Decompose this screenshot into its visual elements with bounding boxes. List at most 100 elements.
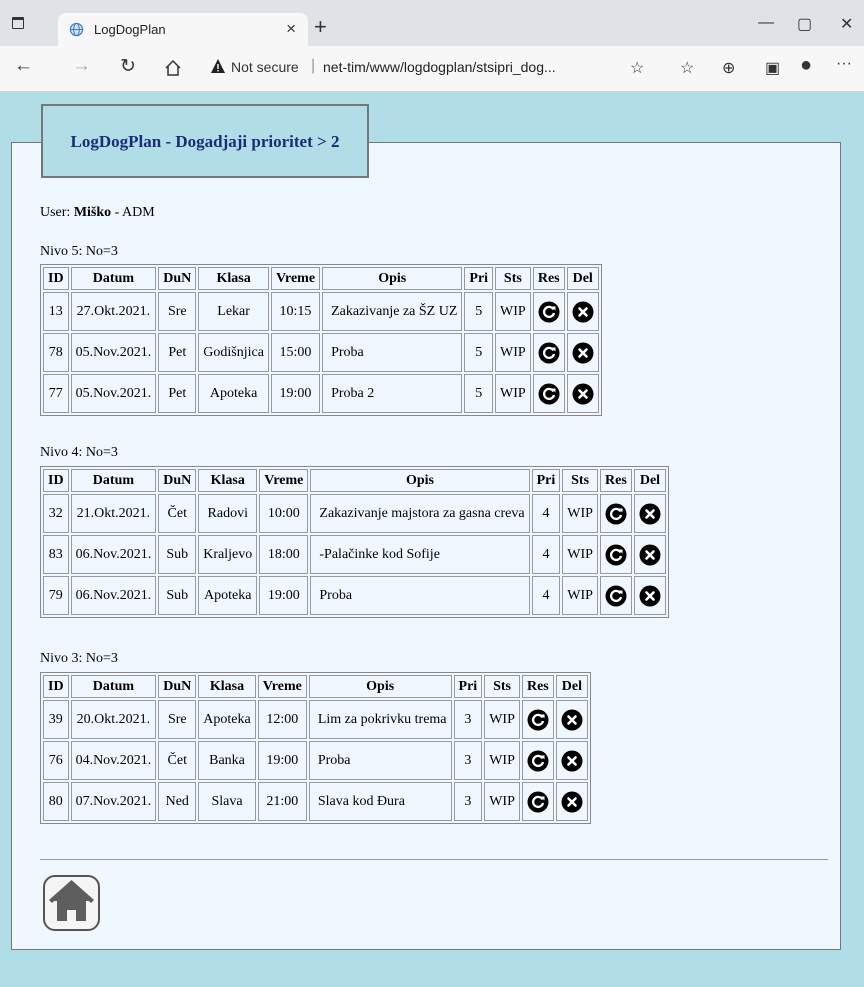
cell-datum: 05.Nov.2021. <box>70 374 157 413</box>
refresh-icon[interactable] <box>527 750 549 772</box>
cell-dun: Sub <box>158 576 197 615</box>
new-tab-icon[interactable]: + <box>314 14 327 40</box>
cell-datum: 27.Okt.2021. <box>70 292 157 331</box>
forward-icon[interactable]: → <box>72 55 91 77</box>
cell-del <box>566 333 599 372</box>
home-button[interactable] <box>43 875 100 931</box>
warning-icon <box>211 59 225 73</box>
browser-titlebar: LogDogPlan × + — ▢ ✕ <box>0 0 864 46</box>
delete-icon[interactable] <box>561 750 583 772</box>
column-header: Vreme <box>259 469 309 492</box>
cell-sts: WIP <box>495 374 531 413</box>
refresh-icon[interactable] <box>527 709 549 731</box>
delete-icon[interactable] <box>572 342 594 364</box>
cell-sts: WIP <box>484 741 520 780</box>
cell-dun: Čet <box>158 741 197 780</box>
table-row: 77 05.Nov.2021. Pet Apoteka 19:00 Proba 2 5 WIP <box>43 374 599 413</box>
cell-del <box>555 782 588 821</box>
column-header: Klasa <box>198 675 256 698</box>
home-browser-icon[interactable] <box>164 59 182 77</box>
table-header-row: ID Datum DuN Klasa Vreme Opis Pri Sts Res Del <box>43 267 599 290</box>
delete-icon[interactable] <box>561 791 583 813</box>
cell-opis: Lim za pokrivku trema <box>308 700 452 739</box>
browser-tab[interactable]: LogDogPlan × <box>58 13 308 46</box>
cell-del <box>555 741 588 780</box>
delete-icon[interactable] <box>572 383 594 405</box>
cell-id: 77 <box>43 374 69 413</box>
column-header: Sts <box>484 675 520 698</box>
table-row: 39 20.Okt.2021. Sre Apoteka 12:00 Lim za pokr… <box>43 700 588 739</box>
close-tab-icon[interactable]: × <box>286 19 296 39</box>
home-icon <box>49 880 94 921</box>
divider <box>40 859 828 860</box>
cell-res <box>521 741 554 780</box>
refresh-icon[interactable] <box>538 342 560 364</box>
minimize-icon[interactable]: — <box>758 14 774 32</box>
cell-id: 78 <box>43 333 69 372</box>
close-window-icon[interactable]: ✕ <box>840 14 853 34</box>
refresh-icon[interactable] <box>605 585 627 607</box>
refresh-icon[interactable] <box>527 791 549 813</box>
delete-icon[interactable] <box>572 301 594 323</box>
cell-datum: 05.Nov.2021. <box>70 333 157 372</box>
maximize-icon[interactable]: ▢ <box>797 14 812 34</box>
favorites-list-icon[interactable]: ☆ <box>680 58 694 78</box>
column-header: Klasa <box>198 267 269 290</box>
cell-sts: WIP <box>562 576 598 615</box>
column-header: ID <box>43 267 69 290</box>
cell-del <box>633 535 666 574</box>
cell-id: 79 <box>43 576 69 615</box>
user-prefix: User: <box>40 205 74 220</box>
cell-id: 39 <box>43 700 69 739</box>
favorite-icon[interactable]: ☆ <box>630 58 644 78</box>
refresh-icon[interactable] <box>605 503 627 525</box>
column-header: Klasa <box>198 469 258 492</box>
delete-icon[interactable] <box>639 585 661 607</box>
cell-pri: 3 <box>453 741 483 780</box>
cell-del <box>633 494 666 533</box>
cell-opis: Proba 2 <box>322 374 463 413</box>
cell-datum: 20.Okt.2021. <box>70 700 157 739</box>
cell-sts: WIP <box>562 494 598 533</box>
more-menu-icon[interactable]: ··· <box>836 55 852 73</box>
refresh-icon[interactable] <box>538 383 560 405</box>
cell-res <box>521 782 554 821</box>
reload-icon[interactable]: ↻ <box>120 55 136 78</box>
cell-del <box>633 576 666 615</box>
table-row: 80 07.Nov.2021. Ned Slava 21:00 Slava kod Đur… <box>43 782 588 821</box>
cell-klasa: Apoteka <box>198 576 258 615</box>
user-name: Miško <box>73 205 112 220</box>
cell-pri: 4 <box>531 535 561 574</box>
cell-klasa: Radovi <box>198 494 258 533</box>
cell-opis: Zakazivanje majstora za gasna creva <box>310 494 530 533</box>
cell-res <box>532 292 565 331</box>
column-header: Datum <box>70 675 157 698</box>
delete-icon[interactable] <box>639 544 661 566</box>
column-header: ID <box>43 675 69 698</box>
refresh-icon[interactable] <box>605 544 627 566</box>
back-icon[interactable]: ← <box>14 55 33 77</box>
collections-icon[interactable]: ⊕ <box>722 58 735 78</box>
cell-id: 32 <box>43 494 69 533</box>
column-header: Vreme <box>270 267 321 290</box>
cell-datum: 06.Nov.2021. <box>70 535 157 574</box>
delete-icon[interactable] <box>561 709 583 731</box>
address-bar[interactable]: Not secure | net-tim/www/logdogplan/stsi… <box>204 53 624 83</box>
cell-opis: Slava kod Đura <box>308 782 452 821</box>
delete-icon[interactable] <box>639 503 661 525</box>
user-role: - ADM <box>111 205 155 220</box>
profile-avatar[interactable]: ● <box>800 54 812 77</box>
column-header: Sts <box>495 267 531 290</box>
globe-icon <box>69 22 84 37</box>
table-row: 83 06.Nov.2021. Sub Kraljevo 18:00 -Palačinke… <box>43 535 666 574</box>
refresh-icon[interactable] <box>538 301 560 323</box>
user-line: User: Miško - ADM <box>40 205 155 221</box>
window-menu-icon[interactable] <box>12 17 24 29</box>
group-label: Nivo 4: No=3 <box>40 445 118 460</box>
cell-pri: 3 <box>453 700 483 739</box>
cell-opis: Proba <box>322 333 463 372</box>
extensions-icon[interactable]: ▣ <box>765 58 780 78</box>
column-header: Del <box>633 469 666 492</box>
cell-vreme: 19:00 <box>257 741 307 780</box>
cell-klasa: Banka <box>198 741 256 780</box>
